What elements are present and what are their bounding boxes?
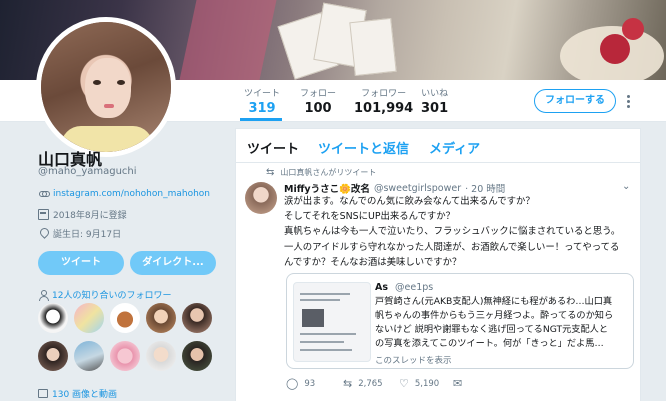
person-icon: [38, 289, 49, 301]
avatar-image: [117, 80, 125, 85]
stat-following[interactable]: フォロー 100: [300, 86, 336, 116]
tweet-author-handle[interactable]: @sweetgirlspower: [374, 183, 461, 194]
follower-avatar[interactable]: [146, 303, 176, 333]
stat-likes[interactable]: いいね 301: [421, 86, 448, 116]
known-followers-link[interactable]: 12人の知り合いのフォロワー: [38, 288, 171, 301]
banner-decor: [622, 18, 644, 40]
known-followers-label: 12人の知り合いのフォロワー: [52, 291, 172, 301]
profile-joined: 2018年8月に登録: [53, 211, 127, 221]
show-thread-link[interactable]: このスレッドを表示: [375, 354, 452, 366]
reply-count: 93: [304, 378, 316, 389]
link-icon: [38, 188, 50, 199]
quoted-tweet-header: As @ee1ps: [375, 282, 433, 293]
photos-videos-link[interactable]: 130 画像と動画: [38, 387, 117, 400]
tweet-to-button[interactable]: ツイート: [38, 251, 124, 275]
quoted-text-line: 戸賀崎さん(元AKB支配人)無神経にも程があるわ…山口真: [375, 296, 613, 307]
quoted-text-line: 帆ちゃんの事件からもう三ヶ月経つよ。酔ってるのか知ら: [375, 310, 614, 321]
tab-tweets[interactable]: ツイート: [247, 138, 299, 157]
retweet-icon: ⇆: [266, 167, 275, 178]
profile-url-row: instagram.com/nohohon_mahohon: [38, 188, 210, 199]
profile-avatar[interactable]: [36, 17, 176, 157]
profile-url-link[interactable]: instagram.com/nohohon_mahohon: [53, 189, 210, 199]
active-stat-indicator: [240, 118, 282, 121]
stat-label: フォロワー: [361, 89, 407, 99]
tweet-text-line: んですか？そんなお酒は美味しいですか？: [284, 256, 462, 268]
photos-videos-label: 130 画像と動画: [52, 390, 118, 400]
envelope-icon: ✉: [453, 377, 463, 390]
timeline-tabs: ツイート ツイートと返信 メディア: [236, 129, 640, 163]
tab-media[interactable]: メディア: [429, 138, 480, 157]
retweet-button[interactable]: ⇆ 2,765: [343, 377, 383, 390]
direct-message-share-button[interactable]: ✉: [453, 377, 468, 390]
banner-decor: [179, 0, 277, 80]
avatar-image: [85, 58, 131, 118]
follower-avatar[interactable]: [110, 303, 140, 333]
follower-avatar[interactable]: [182, 341, 212, 371]
stat-tweets[interactable]: ツイート 319: [244, 86, 280, 116]
follower-avatar[interactable]: [146, 341, 176, 371]
tweet-text-line: 真帆ちゃんは今も一人で泣いたり、フラッシュバックに悩まされていると思う。: [284, 226, 621, 238]
image-icon: [38, 389, 48, 398]
stat-value: 101,994: [354, 101, 414, 116]
stat-label: フォロー: [300, 89, 337, 99]
tab-tweets-and-replies[interactable]: ツイートと返信: [318, 138, 409, 157]
heart-icon: ♡: [399, 377, 409, 390]
calendar-icon: [38, 209, 49, 220]
quoted-author-handle: @ee1ps: [395, 282, 434, 293]
stat-value: 319: [248, 101, 276, 116]
profile-joined-row: 2018年8月に登録: [38, 208, 127, 221]
tweet-text: 涙が出ます。なんでのん気に飲み会なんて出来るんですか？ そしてそれをSNSにUP…: [284, 194, 636, 270]
banner-decor: [600, 34, 630, 64]
retweet-icon: ⇆: [343, 377, 353, 390]
tweet-text-line: 涙が出ます。なんでのん気に飲み会なんて出来るんですか？: [284, 196, 535, 207]
tweet-timestamp[interactable]: · 20 時間: [465, 181, 505, 195]
follower-avatar[interactable]: [38, 341, 68, 371]
quoted-text-line: ないけど 説明や謝罪もなく逃げ回ってるNGT元支配人と: [375, 324, 609, 335]
more-options-icon[interactable]: [626, 95, 632, 109]
retweet-context: ⇆ 山口真帆さんがリツイート: [266, 167, 376, 178]
quoted-tweet-text: 戸賀崎さん(元AKB支配人)無神経にも程があるわ…山口真 帆ちゃんの事件からもう…: [375, 295, 629, 351]
quoted-author-name: As: [375, 282, 389, 293]
stat-followers[interactable]: フォロワー 101,994: [354, 86, 413, 116]
follower-avatar[interactable]: [74, 341, 104, 371]
avatar-image: [93, 80, 101, 85]
direct-message-button[interactable]: ダイレクト...: [130, 251, 216, 275]
timeline: ツイート ツイートと返信 メディア ⇆ 山口真帆さんがリツイート Miffyうさ…: [235, 128, 641, 401]
profile-birthday-row: 誕生日: 9月17日: [38, 227, 121, 240]
follow-button[interactable]: フォローする: [534, 89, 616, 113]
quoted-tweet-image: [293, 282, 371, 362]
follower-avatar[interactable]: [74, 303, 104, 333]
reply-button[interactable]: ◯ 93: [286, 377, 315, 390]
like-count: 5,190: [414, 378, 440, 389]
quoted-tweet[interactable]: As @ee1ps 戸賀崎さん(元AKB支配人)無神経にも程があるわ…山口真 帆…: [286, 273, 634, 369]
stat-value: 301: [421, 101, 449, 116]
follower-avatar[interactable]: [182, 303, 212, 333]
tweet-actions: ◯ 93 ⇆ 2,765 ♡ 5,190 ✉: [286, 377, 626, 393]
reply-icon: ◯: [286, 377, 299, 390]
retweet-context-text: 山口真帆さんがリツイート: [280, 168, 377, 177]
chevron-down-icon[interactable]: ⌄: [622, 181, 630, 192]
tweet-text-line: そしてそれをSNSにUP出来るんですか？: [284, 211, 456, 223]
stat-label: いいね: [421, 89, 449, 99]
follower-avatar[interactable]: [38, 303, 68, 333]
profile-handle: @maho_yamaguchi: [38, 166, 137, 177]
banner-decor: [349, 17, 397, 77]
like-button[interactable]: ♡ 5,190: [399, 377, 439, 390]
retweet-count: 2,765: [358, 378, 383, 389]
tweet-author-name[interactable]: Miffyうさこ🌼改名: [284, 181, 370, 195]
profile-birthday: 誕生日: 9月17日: [53, 230, 122, 240]
tweet-author-avatar[interactable]: [245, 182, 277, 214]
balloon-icon: [38, 228, 49, 239]
avatar-image: [104, 104, 114, 108]
follower-avatar[interactable]: [110, 341, 140, 371]
stat-label: ツイート: [244, 89, 281, 99]
stat-value: 100: [304, 101, 332, 116]
tweet-header: Miffyうさこ🌼改名 @sweetgirlspower · 20 時間: [284, 181, 505, 196]
tweet-text-line: 一人のアイドルすら守れなかった人間達が、お酒飲んで楽しいー！ってやってる: [284, 241, 620, 253]
quoted-text-line: の写真を添えてこのツイート。何が「きっと」だよ馬…: [375, 338, 604, 349]
